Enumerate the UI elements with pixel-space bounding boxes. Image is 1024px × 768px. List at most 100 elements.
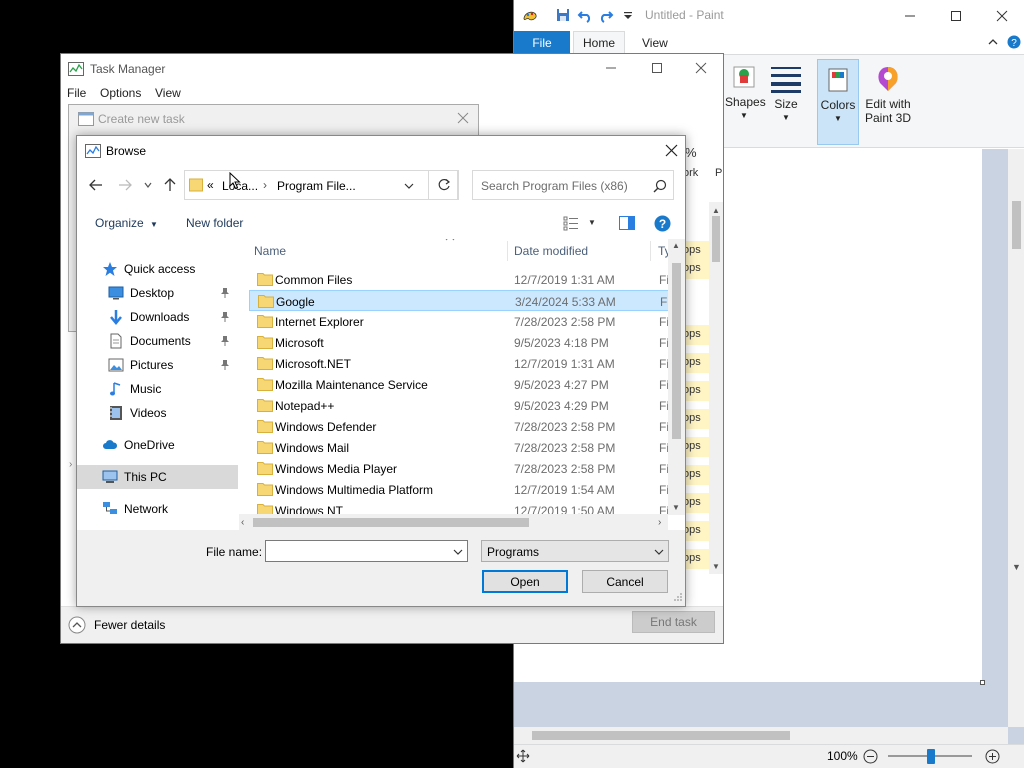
fewer-details-link[interactable]: Fewer details <box>94 618 165 632</box>
address-overflow-chevron[interactable]: « <box>207 178 214 192</box>
collapse-ribbon-icon[interactable] <box>986 35 1000 49</box>
tm-menu-options[interactable]: Options <box>100 86 141 100</box>
pin-icon[interactable] <box>220 311 230 323</box>
list-scroll-down-icon[interactable]: ▼ <box>672 503 680 512</box>
nav-item-network[interactable]: Network <box>77 497 238 521</box>
search-icon[interactable] <box>653 179 667 193</box>
tm-scroll-up-icon[interactable]: ▲ <box>712 206 720 215</box>
address-bar[interactable]: « Loca... › Program File... <box>184 170 458 200</box>
tm-app-row-cell[interactable]: ops <box>683 549 709 569</box>
undo-icon[interactable] <box>577 7 593 23</box>
colors-group[interactable]: Colors ▼ <box>817 59 859 145</box>
tm-scroll-down-icon[interactable]: ▼ <box>712 562 720 571</box>
file-row[interactable]: Common Files 12/7/2019 1:31 AM Fi <box>249 269 685 290</box>
nav-item-documents[interactable]: Documents <box>77 329 238 353</box>
zoom-slider-thumb[interactable] <box>927 749 935 764</box>
file-row[interactable]: Microsoft.NET 12/7/2019 1:31 AM Fi <box>249 353 685 374</box>
preview-pane-icon[interactable] <box>619 216 635 230</box>
tm-app-row-cell[interactable]: ops <box>683 409 709 429</box>
organize-button[interactable]: Organize ▼ <box>95 216 158 230</box>
tm-app-row-cell[interactable]: ops <box>683 465 709 485</box>
file-row[interactable]: Notepad++ 9/5/2023 4:29 PM Fi <box>249 395 685 416</box>
paint-vertical-thumb[interactable] <box>1012 201 1021 249</box>
nav-expand-icon[interactable]: › <box>69 459 72 470</box>
paint-horizontal-scrollbar[interactable] <box>514 727 1008 744</box>
paint-close-button[interactable] <box>979 0 1024 31</box>
file-row[interactable]: Windows Mail 7/28/2023 2:58 PM Fi <box>249 437 685 458</box>
column-header-name[interactable]: Name <box>254 239 506 263</box>
recent-locations-chevron-icon[interactable] <box>143 180 153 190</box>
save-icon[interactable] <box>555 7 571 23</box>
nav-item-videos[interactable]: Videos <box>77 401 238 425</box>
forward-arrow-icon[interactable] <box>117 177 133 193</box>
back-arrow-icon[interactable] <box>88 177 104 193</box>
help-icon[interactable]: ? <box>1007 35 1021 49</box>
file-row[interactable]: Mozilla Maintenance Service 9/5/2023 4:27… <box>249 374 685 395</box>
nav-item-pictures[interactable]: Pictures <box>77 353 238 377</box>
canvas-resize-handle[interactable] <box>980 680 985 685</box>
file-row[interactable]: Windows Multimedia Platform 12/7/2019 1:5… <box>249 479 685 500</box>
tm-app-row-cell[interactable]: ops <box>683 241 709 261</box>
view-options-icon[interactable] <box>563 215 579 231</box>
file-type-select[interactable]: Programs <box>481 540 669 562</box>
tm-app-row-cell[interactable]: ops <box>683 325 709 345</box>
view-options-chevron-icon[interactable]: ▼ <box>588 218 596 227</box>
list-vertical-thumb[interactable] <box>672 263 681 439</box>
pin-icon[interactable] <box>220 359 230 371</box>
address-separator-icon[interactable]: › <box>263 178 267 192</box>
resize-grip-icon[interactable] <box>673 592 683 602</box>
customize-toolbar-icon[interactable] <box>620 7 636 23</box>
file-name-dropdown-icon[interactable] <box>453 547 463 557</box>
list-horizontal-thumb[interactable] <box>253 518 529 527</box>
tm-app-row-cell[interactable]: ops <box>683 493 709 513</box>
tm-app-row-cell[interactable]: ops <box>683 381 709 401</box>
tm-list-scrollbar[interactable]: ▲ ▼ <box>709 202 723 574</box>
pin-icon[interactable] <box>220 335 230 347</box>
column-header-date[interactable]: Date modified <box>514 239 654 263</box>
tm-scroll-thumb[interactable] <box>712 216 720 262</box>
tm-menu-view[interactable]: View <box>155 86 181 100</box>
end-task-button[interactable]: End task <box>632 611 715 633</box>
tm-menu-file[interactable]: File <box>67 86 86 100</box>
new-folder-button[interactable]: New folder <box>186 216 243 230</box>
tm-app-row-cell[interactable]: ops <box>683 437 709 457</box>
column-divider[interactable] <box>650 241 651 261</box>
file-row[interactable]: Internet Explorer 7/28/2023 2:58 PM Fi <box>249 311 685 332</box>
tm-maximize-button[interactable] <box>634 54 680 82</box>
paint-minimize-button[interactable] <box>887 0 933 31</box>
browse-close-button[interactable] <box>665 144 678 157</box>
tm-close-button[interactable] <box>678 54 724 82</box>
nav-item-this-pc[interactable]: This PC <box>77 465 238 489</box>
redo-icon[interactable] <box>598 7 614 23</box>
tab-view[interactable]: View <box>642 31 668 54</box>
fewer-details-icon[interactable] <box>68 616 86 634</box>
file-row[interactable]: Google 3/24/2024 5:33 AM Fi <box>249 290 685 311</box>
tm-app-row-cell[interactable]: ops <box>683 353 709 373</box>
list-scroll-right-icon[interactable]: › <box>658 517 661 528</box>
shapes-group[interactable]: Shapes ▼ <box>725 59 766 145</box>
size-group[interactable]: Size ▼ <box>768 59 804 145</box>
list-scroll-up-icon[interactable]: ▲ <box>672 241 680 250</box>
refresh-button[interactable] <box>428 170 459 200</box>
address-crumb-program-files[interactable]: Program File... <box>277 179 356 193</box>
edit-paint3d-group[interactable]: Edit with Paint 3D <box>862 59 914 145</box>
up-arrow-icon[interactable] <box>162 177 178 193</box>
nav-item-desktop[interactable]: Desktop <box>77 281 238 305</box>
help-icon[interactable]: ? <box>654 215 671 232</box>
file-row[interactable]: Microsoft 9/5/2023 4:18 PM Fi <box>249 332 685 353</box>
paint-vertical-scrollbar[interactable]: ▼ <box>1008 149 1024 727</box>
nav-item-onedrive[interactable]: OneDrive <box>77 433 238 457</box>
address-dropdown-icon[interactable] <box>404 181 414 191</box>
nav-item-downloads[interactable]: Downloads <box>77 305 238 329</box>
list-scroll-left-icon[interactable]: ‹ <box>241 517 244 528</box>
file-list-vertical-scrollbar[interactable]: ▲ ▼ <box>668 239 685 515</box>
file-name-input[interactable] <box>265 540 468 562</box>
file-list-horizontal-scrollbar[interactable]: ‹ › <box>239 514 668 531</box>
tab-file[interactable]: File <box>514 31 570 54</box>
create-task-close-button[interactable] <box>457 112 469 124</box>
file-row[interactable]: Windows Media Player 7/28/2023 2:58 PM Fi <box>249 458 685 479</box>
cancel-button[interactable]: Cancel <box>582 570 668 593</box>
open-button[interactable]: Open <box>482 570 568 593</box>
paint-maximize-button[interactable] <box>933 0 979 31</box>
tm-app-row-cell[interactable]: ops <box>683 521 709 541</box>
